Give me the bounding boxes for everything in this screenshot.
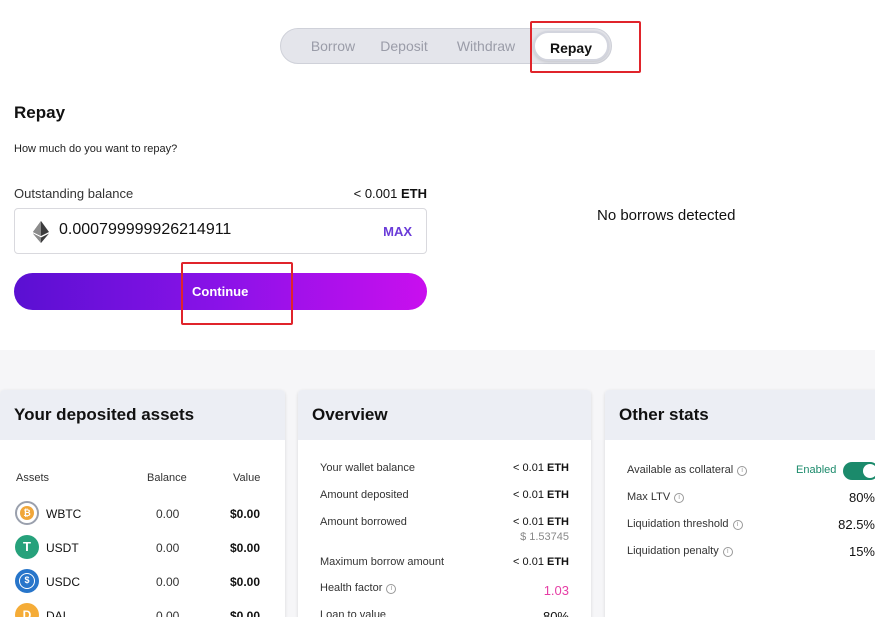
loan-to-value-label: Loan to value xyxy=(320,609,387,617)
info-icon[interactable]: i xyxy=(722,547,733,557)
other-stats-card: Other stats Available as collateral i Ena… xyxy=(605,390,875,617)
asset-name: WBTC xyxy=(46,507,82,521)
health-factor-value: 1.03 xyxy=(543,583,569,598)
health-factor-label: Health factor i xyxy=(320,582,397,594)
amount-borrowed-value: < 0.01 ETH xyxy=(513,516,569,528)
deposited-assets-card: Your deposited assets Assets Balance Val… xyxy=(0,390,285,617)
repay-question: How much do you want to repay? xyxy=(14,143,178,155)
max-button[interactable]: MAX xyxy=(383,224,412,239)
ethereum-icon xyxy=(33,221,49,243)
outstanding-balance-label: Outstanding balance xyxy=(14,186,134,201)
wallet-balance-label: Your wallet balance xyxy=(320,462,415,474)
loan-to-value-value: 80% xyxy=(542,609,569,617)
asset-name: USDC xyxy=(46,575,81,589)
asset-value: $0.00 xyxy=(230,541,261,555)
info-icon[interactable]: i xyxy=(674,493,685,503)
tab-borrow[interactable]: Borrow xyxy=(293,29,373,63)
usdc-icon: $ xyxy=(15,569,39,593)
amount-deposited-value: < 0.01 ETH xyxy=(513,489,569,501)
max-borrow-label: Maximum borrow amount xyxy=(320,556,445,568)
repay-panel: Borrow Deposit Withdraw Repay Repay How … xyxy=(0,0,875,350)
collateral-label: Available as collateral i xyxy=(627,464,748,476)
liquidation-threshold-value: 82.5% xyxy=(838,517,875,532)
amount-borrowed-usd: $ 1.53745 xyxy=(520,531,569,543)
asset-name: USDT xyxy=(46,541,79,555)
overview-card: Overview Your wallet balance < 0.01 ETH … xyxy=(298,390,591,617)
liquidation-penalty-value: 15% xyxy=(848,544,875,559)
no-borrows-message: No borrows detected xyxy=(597,207,736,224)
asset-value: $0.00 xyxy=(230,575,261,589)
table-row[interactable]: D DAI 0.00 $0.00 xyxy=(0,603,285,617)
asset-value: $0.00 xyxy=(230,609,261,617)
repay-amount-input[interactable] xyxy=(59,221,359,239)
column-header-value: Value xyxy=(233,472,261,484)
amount-borrowed-label: Amount borrowed xyxy=(320,516,407,528)
info-icon[interactable]: i xyxy=(732,520,743,530)
table-row[interactable]: T USDT 0.00 $0.00 xyxy=(0,535,285,561)
outstanding-unit: ETH xyxy=(401,186,427,201)
outstanding-balance-value: < 0.001 ETH xyxy=(354,186,427,201)
repay-amount-field[interactable]: MAX xyxy=(14,208,427,254)
tab-withdraw[interactable]: Withdraw xyxy=(446,29,526,63)
usdt-icon: T xyxy=(15,535,39,559)
column-header-assets: Assets xyxy=(16,472,50,484)
page-title: Repay xyxy=(14,103,66,122)
info-icon[interactable]: i xyxy=(386,584,397,594)
table-row[interactable]: ₿ WBTC 0.00 $0.00 xyxy=(0,501,285,527)
wbtc-icon: ₿ xyxy=(15,501,39,525)
max-ltv-label: Max LTV i xyxy=(627,491,685,503)
max-ltv-value: 80% xyxy=(848,490,875,505)
info-icon[interactable]: i xyxy=(737,466,748,476)
wallet-balance-value: < 0.01 ETH xyxy=(513,462,569,474)
collateral-toggle[interactable] xyxy=(843,462,875,480)
liquidation-threshold-label: Liquidation threshold i xyxy=(627,518,743,530)
collateral-status: Enabled xyxy=(796,464,837,476)
amount-deposited-label: Amount deposited xyxy=(320,489,409,501)
outstanding-amount: < 0.001 xyxy=(353,186,398,201)
asset-name: DAI xyxy=(46,609,67,617)
liquidation-penalty-label: Liquidation penalty i xyxy=(627,545,733,557)
asset-balance: 0.00 xyxy=(156,507,180,521)
asset-balance: 0.00 xyxy=(156,575,180,589)
overview-title: Overview xyxy=(298,390,591,440)
max-borrow-value: < 0.01 ETH xyxy=(513,556,569,568)
tab-deposit[interactable]: Deposit xyxy=(371,29,437,63)
dai-icon: D xyxy=(15,603,39,617)
asset-balance: 0.00 xyxy=(156,541,180,555)
highlight-box-continue xyxy=(181,262,293,325)
table-row[interactable]: $ USDC 0.00 $0.00 xyxy=(0,569,285,595)
asset-balance: 0.00 xyxy=(156,609,180,617)
other-stats-title: Other stats xyxy=(605,390,875,440)
highlight-box-repay-tab xyxy=(530,21,641,73)
column-header-balance: Balance xyxy=(147,472,187,484)
asset-value: $0.00 xyxy=(230,507,261,521)
deposited-assets-title: Your deposited assets xyxy=(0,390,285,440)
